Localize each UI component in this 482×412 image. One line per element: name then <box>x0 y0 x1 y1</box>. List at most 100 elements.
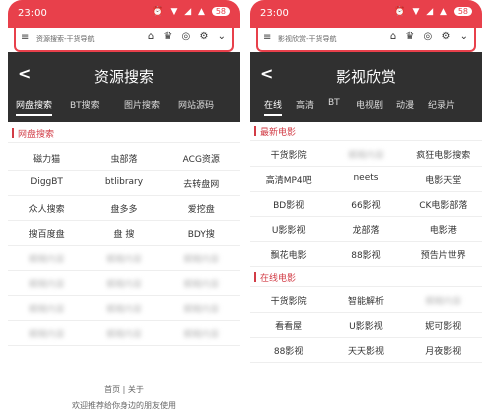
blurred-link[interactable]: 模糊内容 <box>327 148 404 161</box>
link-item[interactable]: 众人搜索 <box>8 202 85 215</box>
menu-icon[interactable]: ≡ <box>21 32 29 43</box>
table-row: 磁力猫 虫部落 ACG资源 <box>8 146 240 171</box>
blurred-link[interactable]: 模糊内容 <box>163 327 240 340</box>
link-item[interactable]: CK电影部落 <box>405 198 482 211</box>
crown-icon[interactable]: ♛ <box>163 31 172 42</box>
menu-icon[interactable]: ≡ <box>263 32 271 43</box>
table-row: 模糊内容 模糊内容 模糊内容 <box>8 246 240 271</box>
link-item[interactable]: 高清MP4吧 <box>250 173 327 186</box>
section-heading: 最新电影 <box>250 122 482 141</box>
link-item[interactable]: 电影天堂 <box>405 173 482 186</box>
table-row: 88影视 天天影视 月夜影视 <box>250 338 482 363</box>
blurred-link[interactable]: 模糊内容 <box>85 327 162 340</box>
link-item[interactable]: 去转盘网 <box>163 177 240 190</box>
link-item[interactable]: neets <box>327 173 404 183</box>
blurred-link[interactable]: 模糊内容 <box>85 252 162 265</box>
link-item[interactable]: 预告片世界 <box>405 248 482 261</box>
status-bar: 23:00 ⏰ ▼ ◢ ▲ 58 <box>250 0 482 28</box>
browser-toolbar: ≡ 资源搜索-干货导航 ⌂ ♛ ◎ ⚙ ⌄ <box>14 28 234 52</box>
battery-icon: 58 <box>211 7 230 16</box>
link-item[interactable]: 妮可影视 <box>405 319 482 332</box>
blurred-link[interactable]: 模糊内容 <box>163 302 240 315</box>
link-item[interactable]: 疯狂电影搜索 <box>405 148 482 161</box>
link-item[interactable]: 磁力猫 <box>8 152 85 165</box>
link-item[interactable]: BDY搜 <box>163 227 240 240</box>
browser-toolbar: ≡ 影视欣赏-干货导航 ⌂ ♛ ◎ ⚙ ⌄ <box>256 28 476 52</box>
link-item[interactable]: 盘多多 <box>85 202 162 215</box>
link-item[interactable]: 龙部落 <box>327 223 404 236</box>
link-item[interactable]: 88影视 <box>327 248 404 261</box>
status-time: 23:00 <box>18 8 47 19</box>
link-item[interactable]: 电影港 <box>405 223 482 236</box>
chevron-down-icon[interactable]: ⌄ <box>218 31 226 42</box>
address-bar[interactable]: 影视欣赏-干货导航 <box>278 34 337 44</box>
link-item[interactable]: U影影视 <box>250 223 327 236</box>
link-item[interactable]: DiggBT <box>8 177 85 187</box>
link-grid: 磁力猫 虫部落 ACG资源 DiggBT btlibrary 去转盘网 众人搜索 盘多多爱… <box>8 146 240 346</box>
link-item[interactable]: 智能解析 <box>327 294 404 307</box>
blurred-link[interactable]: 模糊内容 <box>8 327 85 340</box>
blurred-link[interactable]: 模糊内容 <box>85 277 162 290</box>
link-item[interactable]: 爱挖盘 <box>163 202 240 215</box>
home-icon[interactable]: ⌂ <box>148 31 154 42</box>
tab-5[interactable]: 纪录片 <box>428 98 455 111</box>
settings-icon[interactable]: ⚙ <box>441 31 450 42</box>
link-item[interactable]: 搜百度盘 <box>8 227 85 240</box>
section-heading: 网盘搜索 <box>8 124 240 143</box>
section-heading: 在线电影 <box>250 268 482 287</box>
crown-icon[interactable]: ♛ <box>405 31 414 42</box>
table-row: 干货影院 智能解析 模糊内容 <box>250 288 482 313</box>
tab-3[interactable]: 网站源码 <box>178 98 214 111</box>
link-item[interactable]: 88影视 <box>250 344 327 357</box>
link-item[interactable]: btlibrary <box>85 177 162 187</box>
link-item[interactable]: 飘花电影 <box>250 248 327 261</box>
table-row: BD影视 66影视 CK电影部落 <box>250 192 482 217</box>
link-item[interactable]: 干货影院 <box>250 148 327 161</box>
globe-icon[interactable]: ◎ <box>182 31 191 42</box>
table-row: 模糊内容 模糊内容 模糊内容 <box>8 296 240 321</box>
blurred-link[interactable]: 模糊内容 <box>8 277 85 290</box>
link-item[interactable]: BD影视 <box>250 198 327 211</box>
globe-icon[interactable]: ◎ <box>424 31 433 42</box>
tab-0[interactable]: 在线 <box>264 98 283 116</box>
blurred-link[interactable]: 模糊内容 <box>8 302 85 315</box>
table-row: 搜百度盘盘 搜 BDY搜 <box>8 221 240 246</box>
link-grid: 干货影院 智能解析 模糊内容 看看屋 U影影视 妮可影视 88影视 天天影视 月夜影视 <box>250 288 482 363</box>
link-item[interactable]: 干货影院 <box>250 294 327 307</box>
toolbar-icons: ⌂ ♛ ◎ ⚙ ⌄ <box>148 31 226 42</box>
tab-4[interactable]: 动漫 <box>396 98 414 111</box>
chevron-down-icon[interactable]: ⌄ <box>460 31 468 42</box>
link-item[interactable]: 天天影视 <box>327 344 404 357</box>
status-bar: 23:00 ⏰ ▼ ◢ ▲ 58 <box>8 0 240 28</box>
tab-2[interactable]: 图片搜索 <box>124 98 160 111</box>
tab-3[interactable]: 电视剧 <box>356 98 383 111</box>
tab-1[interactable]: BT搜索 <box>70 98 100 111</box>
settings-icon[interactable]: ⚙ <box>199 31 208 42</box>
link-item[interactable]: 看看屋 <box>250 319 327 332</box>
link-item[interactable]: 虫部落 <box>85 152 162 165</box>
link-item[interactable]: 盘 搜 <box>85 227 162 240</box>
toolbar-icons: ⌂ ♛ ◎ ⚙ ⌄ <box>390 31 468 42</box>
blurred-link[interactable]: 模糊内容 <box>85 302 162 315</box>
blurred-link[interactable]: 模糊内容 <box>163 252 240 265</box>
table-row: 众人搜索 盘多多 爱挖盘 <box>8 196 240 221</box>
link-item[interactable]: 月夜影视 <box>405 344 482 357</box>
status-time: 23:00 <box>260 8 289 19</box>
link-item[interactable]: ACG资源 <box>163 152 240 165</box>
page-header: < 影视欣赏 在线 高清 BT 电视剧 动漫 纪录片 <box>250 52 482 122</box>
right-phone-screen: 23:00 ⏰ ▼ ◢ ▲ 58 ≡ 影视欣赏-干货导航 ⌂ ♛ ◎ ⚙ ⌄ <… <box>250 0 482 412</box>
tab-0[interactable]: 网盘搜索 <box>16 98 53 116</box>
blurred-link[interactable]: 模糊内容 <box>405 294 482 307</box>
status-icons: ⏰ ▼ ◢ ▲ 58 <box>394 7 472 17</box>
footer-links[interactable]: 首页 | 关于 <box>8 384 240 395</box>
tab-2[interactable]: BT <box>328 98 340 108</box>
link-item[interactable]: 66影视 <box>327 198 404 211</box>
address-bar[interactable]: 资源搜索-干货导航 <box>36 34 95 44</box>
left-phone-screen: 23:00 ⏰ ▼ ◢ ▲ 58 ≡ 资源搜索-干货导航 ⌂ ♛ ◎ ⚙ ⌄ <… <box>8 0 240 412</box>
tab-1[interactable]: 高清 <box>296 98 314 111</box>
link-grid: 干货影院 模糊内容 疯狂电影搜索 高清MP4吧 neets 电影天堂 BD影视 66影视 C… <box>250 142 482 267</box>
blurred-link[interactable]: 模糊内容 <box>163 277 240 290</box>
home-icon[interactable]: ⌂ <box>390 31 396 42</box>
blurred-link[interactable]: 模糊内容 <box>8 252 85 265</box>
link-item[interactable]: U影影视 <box>327 319 404 332</box>
